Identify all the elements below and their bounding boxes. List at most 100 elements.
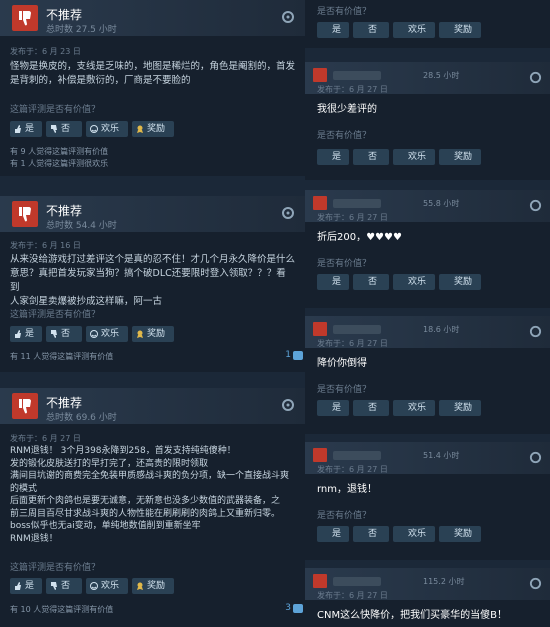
- review-body: rnm，退钱！: [317, 484, 378, 495]
- helpful-question: 是否有价值？: [317, 131, 372, 141]
- review-card: 51.4 小时 发布于：6 月 27 日 rnm，退钱！ 是否有价值？ 是 否 …: [305, 442, 550, 560]
- gear-icon[interactable]: [529, 71, 542, 84]
- yes-button[interactable]: 是: [317, 149, 349, 165]
- playtime: 18.6 小时: [423, 325, 460, 334]
- yes-button[interactable]: 是: [10, 326, 42, 342]
- funny-button[interactable]: 欢乐: [393, 22, 435, 38]
- review-card: 55.8 小时 发布于：6 月 27 日 折后200，♥♥♥♥ 是否有价值？ 是…: [305, 190, 550, 308]
- review-verdict: 不推荐: [46, 204, 83, 218]
- award-icon: [137, 330, 143, 338]
- gear-icon[interactable]: [281, 398, 295, 412]
- no-button[interactable]: 否: [353, 149, 389, 165]
- review-body: 怪物是换皮的，支线是乏味的，地图是稀烂的，角色是阉割的，首发 是背刺的，补偿是敷…: [10, 61, 296, 86]
- comment-icon[interactable]: [293, 351, 303, 360]
- no-button[interactable]: 否: [46, 326, 82, 342]
- gear-icon[interactable]: [529, 451, 542, 464]
- award-button[interactable]: 奖励: [439, 526, 481, 542]
- no-button[interactable]: 否: [353, 274, 389, 290]
- award-button[interactable]: 奖励: [439, 22, 481, 38]
- reviewer-name[interactable]: [333, 325, 381, 334]
- reviewer-name[interactable]: [333, 71, 381, 80]
- funny-button[interactable]: 欢乐: [86, 578, 128, 594]
- review-body: 降价你倒得: [317, 358, 367, 369]
- yes-button[interactable]: 是: [317, 274, 349, 290]
- award-button[interactable]: 奖励: [132, 578, 174, 594]
- post-date: 发布于：6 月 27 日: [317, 591, 388, 600]
- thumbs-down-icon: [51, 125, 57, 133]
- post-date: 发布于：6 月 27 日: [317, 339, 388, 348]
- award-button[interactable]: 奖励: [132, 326, 174, 342]
- playtime: 总时数 69.6 小时: [46, 413, 117, 423]
- post-date: 发布于：6 月 23 日: [10, 47, 81, 56]
- yes-button[interactable]: 是: [10, 121, 42, 137]
- helpful-question: 是否有价值？: [317, 7, 372, 17]
- no-button[interactable]: 否: [353, 400, 389, 416]
- post-date: 发布于：6 月 27 日: [317, 213, 388, 222]
- award-icon: [137, 582, 143, 590]
- gear-icon[interactable]: [281, 206, 295, 220]
- comment-count[interactable]: 1: [285, 350, 291, 360]
- playtime: 115.2 小时: [423, 577, 465, 586]
- no-button[interactable]: 否: [353, 22, 389, 38]
- review-body: CNM这么快降价，把我们买豪华的当傻B！: [317, 610, 507, 621]
- award-button[interactable]: 奖励: [132, 121, 174, 137]
- reviewer-name[interactable]: [333, 199, 381, 208]
- review-card: 115.2 小时 发布于：6 月 27 日 CNM这么快降价，把我们买豪华的当傻…: [305, 568, 550, 627]
- review-card: 不推荐 总时数 69.6 小时 发布于：6 月 27 日 RNM退钱！ 3个月3…: [0, 388, 305, 627]
- helpful-count: 有 11 人觉得这篇评测有价值: [10, 352, 114, 361]
- gear-icon[interactable]: [281, 10, 295, 24]
- award-button[interactable]: 奖励: [439, 149, 481, 165]
- no-button[interactable]: 否: [353, 526, 389, 542]
- thumbs-down-icon: [51, 330, 57, 338]
- award-button[interactable]: 奖励: [439, 274, 481, 290]
- thumbs-down-icon: [12, 201, 38, 227]
- post-date: 发布于：6 月 27 日: [317, 465, 388, 474]
- yes-button[interactable]: 是: [317, 22, 349, 38]
- post-date: 发布于：6 月 16 日: [10, 241, 81, 250]
- funny-count: 有 1 人觉得这篇评测很欢乐: [10, 159, 109, 168]
- playtime: 28.5 小时: [423, 71, 460, 80]
- funny-button[interactable]: 欢乐: [86, 121, 128, 137]
- review-card: 是否有价值？ 是 否 欢乐 奖励: [305, 0, 550, 48]
- award-button[interactable]: 奖励: [439, 400, 481, 416]
- playtime: 总时数 54.4 小时: [46, 221, 117, 231]
- thumbs-down-icon: [313, 68, 327, 82]
- helpful-count: 有 10 人觉得这篇评测有价值: [10, 605, 114, 614]
- funny-button[interactable]: 欢乐: [393, 526, 435, 542]
- funny-button[interactable]: 欢乐: [86, 326, 128, 342]
- yes-button[interactable]: 是: [317, 400, 349, 416]
- review-verdict: 不推荐: [46, 8, 83, 22]
- gear-icon[interactable]: [529, 199, 542, 212]
- helpful-question: 这篇评测是否有价值？: [10, 310, 101, 320]
- thumbs-up-icon: [15, 582, 21, 590]
- yes-button[interactable]: 是: [10, 578, 42, 594]
- review-verdict: 不推荐: [46, 396, 83, 410]
- review-header: 不推荐 总时数 27.5 小时: [0, 0, 305, 36]
- reviewer-name[interactable]: [333, 451, 381, 460]
- helpful-question: 这篇评测是否有价值？: [10, 563, 101, 573]
- comment-icon[interactable]: [293, 604, 303, 613]
- funny-button[interactable]: 欢乐: [393, 274, 435, 290]
- comment-count[interactable]: 3: [285, 603, 291, 613]
- review-header: 不推荐 总时数 54.4 小时: [0, 196, 305, 232]
- thumbs-down-icon: [313, 574, 327, 588]
- left-review-column: 不推荐 总时数 27.5 小时 发布于：6 月 23 日 怪物是换皮的，支线是乏…: [0, 0, 305, 627]
- reviewer-name[interactable]: [333, 577, 381, 586]
- playtime: 51.4 小时: [423, 451, 460, 460]
- gear-icon[interactable]: [529, 577, 542, 590]
- funny-button[interactable]: 欢乐: [393, 149, 435, 165]
- review-card: 不推荐 总时数 54.4 小时 发布于：6 月 16 日 从来没给游戏打过差评这…: [0, 196, 305, 372]
- review-header: 不推荐 总时数 69.6 小时: [0, 388, 305, 424]
- no-button[interactable]: 否: [46, 578, 82, 594]
- yes-button[interactable]: 是: [317, 526, 349, 542]
- thumbs-down-icon: [12, 393, 38, 419]
- review-card: 不推荐 总时数 27.5 小时 发布于：6 月 23 日 怪物是换皮的，支线是乏…: [0, 0, 305, 176]
- helpful-question: 是否有价值？: [317, 511, 372, 521]
- post-date: 发布于：6 月 27 日: [10, 434, 81, 443]
- helpful-question: 是否有价值？: [317, 259, 372, 269]
- review-card: 18.6 小时 发布于：6 月 27 日 降价你倒得 是否有价值？ 是 否 欢乐…: [305, 316, 550, 434]
- smile-icon: [90, 330, 98, 338]
- no-button[interactable]: 否: [46, 121, 82, 137]
- gear-icon[interactable]: [529, 325, 542, 338]
- funny-button[interactable]: 欢乐: [393, 400, 435, 416]
